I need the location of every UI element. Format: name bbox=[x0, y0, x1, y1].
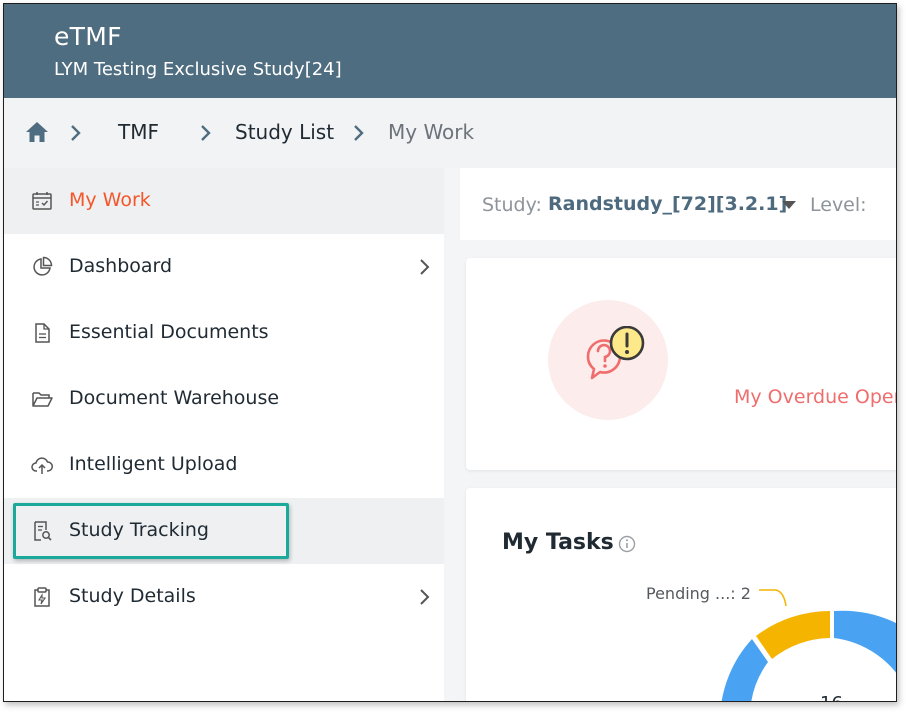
study-filter-select[interactable]: Randstudy_[72][3.2.1] bbox=[548, 193, 787, 215]
breadcrumb-study-list[interactable]: Study List bbox=[235, 120, 334, 144]
donut-pending-leader bbox=[759, 589, 787, 607]
folder-open-icon bbox=[32, 392, 53, 407]
pie-chart-icon bbox=[33, 256, 53, 276]
sidebar-item-intelligent-upload[interactable]: Intelligent Upload bbox=[4, 432, 444, 498]
cloud-upload-icon bbox=[31, 457, 53, 474]
sidebar-item-dashboard[interactable]: Dashboard bbox=[4, 234, 444, 300]
breadcrumb: TMF Study List My Work bbox=[4, 98, 896, 168]
filter-bar: Study: Randstudy_[72][3.2.1] Level: bbox=[460, 168, 896, 240]
pending-data-label: Pending ...: 2 bbox=[646, 584, 751, 603]
my-tasks-card: My Tasks Pending ...: 2 16 bbox=[466, 488, 896, 701]
donut-segment-pending bbox=[756, 611, 830, 659]
clipboard-icon bbox=[34, 587, 50, 607]
donut-center-value: 16 bbox=[820, 693, 843, 701]
chevron-right-icon bbox=[71, 125, 81, 141]
sidebar-item-essential-documents[interactable]: Essential Documents bbox=[4, 300, 444, 366]
sidebar-item-label: Study Details bbox=[69, 585, 196, 607]
caret-down-icon[interactable] bbox=[782, 201, 796, 209]
app-header: eTMF LYM Testing Exclusive Study[24] bbox=[4, 4, 896, 98]
donut-segment-other-right bbox=[834, 610, 896, 673]
app-title: eTMF bbox=[54, 22, 122, 51]
breadcrumb-my-work: My Work bbox=[388, 120, 475, 144]
sidebar-item-label: Dashboard bbox=[69, 255, 173, 277]
overdue-card[interactable]: My Overdue Open bbox=[466, 258, 896, 470]
sidebar-item-label: My Work bbox=[69, 189, 151, 211]
donut-segment-other-left bbox=[721, 639, 768, 701]
level-filter-label: Level: bbox=[810, 194, 867, 216]
sidebar-item-document-warehouse[interactable]: Document Warehouse bbox=[4, 366, 444, 432]
sidebar-item-label: Intelligent Upload bbox=[69, 453, 238, 475]
sidebar-item-label: Document Warehouse bbox=[69, 387, 280, 409]
breadcrumb-tmf[interactable]: TMF bbox=[118, 120, 159, 144]
chevron-right-icon bbox=[354, 125, 364, 141]
chevron-right-icon bbox=[201, 125, 211, 141]
home-icon[interactable] bbox=[24, 120, 50, 144]
app-window: eTMF LYM Testing Exclusive Study[24] TMF… bbox=[3, 3, 897, 702]
sidebar-item-study-details[interactable]: Study Details bbox=[4, 564, 444, 630]
overdue-open-label[interactable]: My Overdue Open bbox=[734, 386, 896, 408]
overdue-question-alert-icon bbox=[586, 326, 645, 380]
study-tracking-highlight bbox=[13, 503, 289, 559]
sidebar-nav: My Work Dashboard Essential Documents Do… bbox=[4, 168, 444, 701]
study-filter-label: Study: bbox=[482, 194, 542, 216]
main-content: Study: Randstudy_[72][3.2.1] Level: My O… bbox=[460, 168, 896, 701]
calendar-check-icon bbox=[32, 192, 52, 210]
document-icon bbox=[35, 323, 50, 343]
study-subtitle[interactable]: LYM Testing Exclusive Study[24] bbox=[54, 59, 342, 80]
sidebar-item-label: Essential Documents bbox=[69, 321, 269, 343]
chevron-right-icon[interactable] bbox=[419, 587, 431, 607]
chevron-right-icon[interactable] bbox=[419, 257, 431, 277]
sidebar-item-my-work[interactable]: My Work bbox=[4, 168, 444, 234]
